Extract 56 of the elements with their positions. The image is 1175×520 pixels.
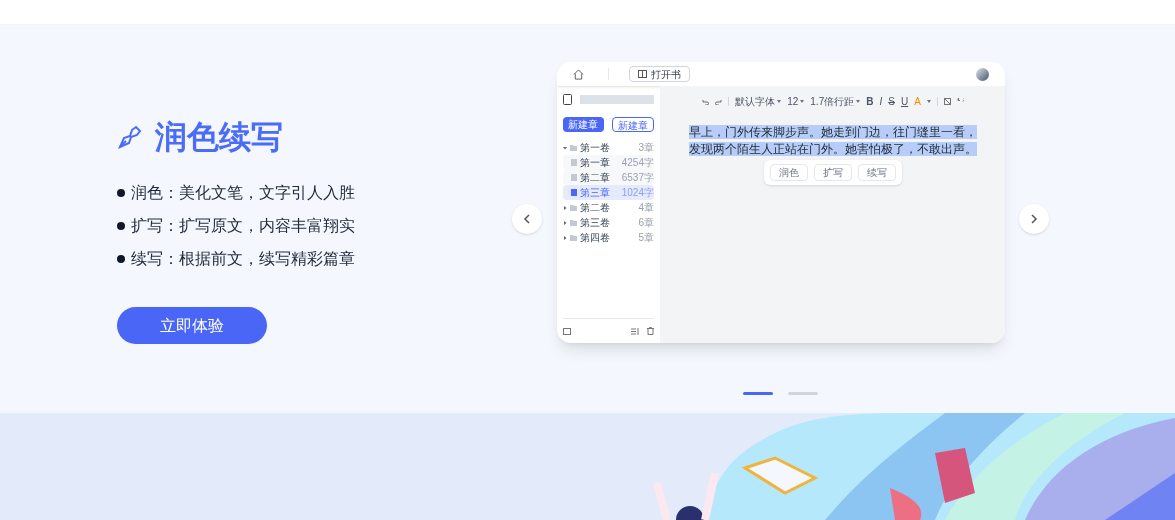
chapter-item[interactable]: 第二章 6537字 bbox=[563, 170, 654, 185]
history-icon[interactable] bbox=[956, 98, 964, 105]
caret-icon bbox=[563, 235, 567, 240]
volume-item[interactable]: 第三卷 6章 bbox=[563, 215, 654, 230]
trash-icon[interactable] bbox=[647, 327, 654, 335]
new-chapter-button[interactable]: 新建章 bbox=[563, 117, 604, 132]
list-icon[interactable] bbox=[631, 327, 639, 335]
clear-format-icon[interactable] bbox=[943, 98, 951, 105]
bold-button[interactable]: B bbox=[866, 94, 874, 109]
strikethrough-button[interactable]: S bbox=[888, 94, 895, 109]
pen-icon bbox=[117, 124, 143, 150]
try-now-button[interactable]: 立即体验 bbox=[117, 307, 267, 344]
caret-icon bbox=[563, 220, 567, 225]
folder-icon bbox=[570, 219, 577, 226]
feature-item: 续写：根据前文，续写精彩篇章 bbox=[131, 249, 355, 269]
chapter-item[interactable]: 第一章 4254字 bbox=[563, 155, 654, 170]
italic-button[interactable]: I bbox=[879, 94, 883, 109]
caret-icon bbox=[856, 100, 861, 103]
folder-icon bbox=[570, 144, 577, 151]
underline-button[interactable]: U bbox=[900, 94, 909, 109]
document-icon bbox=[571, 159, 577, 166]
home-icon[interactable] bbox=[573, 68, 584, 80]
caret-icon bbox=[563, 205, 567, 210]
next-button[interactable] bbox=[1019, 204, 1049, 234]
undo-icon[interactable] bbox=[702, 98, 710, 105]
document-icon bbox=[571, 189, 577, 196]
new-chapter-button[interactable]: 新建章 bbox=[611, 117, 654, 132]
open-book-button[interactable]: 打开书 bbox=[629, 66, 690, 82]
font-dropdown[interactable]: 默认字体 bbox=[735, 94, 782, 109]
action-button[interactable]: 续写 bbox=[858, 164, 896, 181]
volume-item[interactable]: 第一卷 3章 bbox=[563, 140, 654, 155]
feature-item: 扩写：扩写原文，内容丰富翔实 bbox=[131, 216, 355, 236]
caret-icon bbox=[926, 100, 931, 103]
volume-item[interactable]: 第四卷 5章 bbox=[563, 230, 654, 245]
chapter-item[interactable]: 第三章 1024字 bbox=[563, 185, 654, 200]
line-spacing-dropdown[interactable]: 1.7倍行距 bbox=[810, 94, 861, 109]
folder-icon bbox=[570, 204, 577, 211]
avatar[interactable] bbox=[976, 67, 989, 81]
image-icon[interactable] bbox=[563, 327, 571, 335]
folder-icon bbox=[570, 234, 577, 241]
caret-icon bbox=[777, 100, 782, 103]
action-button[interactable]: 润色 bbox=[770, 164, 808, 181]
action-button[interactable]: 扩写 bbox=[814, 164, 852, 181]
size-dropdown[interactable]: 12 bbox=[787, 94, 805, 109]
book-icon bbox=[563, 94, 572, 105]
chevron-right-icon bbox=[1029, 214, 1039, 224]
caret-icon bbox=[800, 100, 805, 103]
feature-item: 润色：美化文笔，文字引人入胜 bbox=[131, 183, 355, 203]
book-icon bbox=[638, 70, 647, 78]
chevron-left-icon bbox=[522, 214, 532, 224]
carousel-indicator[interactable] bbox=[743, 392, 773, 395]
feature-title: 润色续写 bbox=[155, 118, 283, 157]
document-icon bbox=[571, 174, 577, 181]
previous-button[interactable] bbox=[512, 204, 542, 234]
volume-item[interactable]: 第二卷 4章 bbox=[563, 200, 654, 215]
redo-icon[interactable] bbox=[715, 98, 723, 105]
